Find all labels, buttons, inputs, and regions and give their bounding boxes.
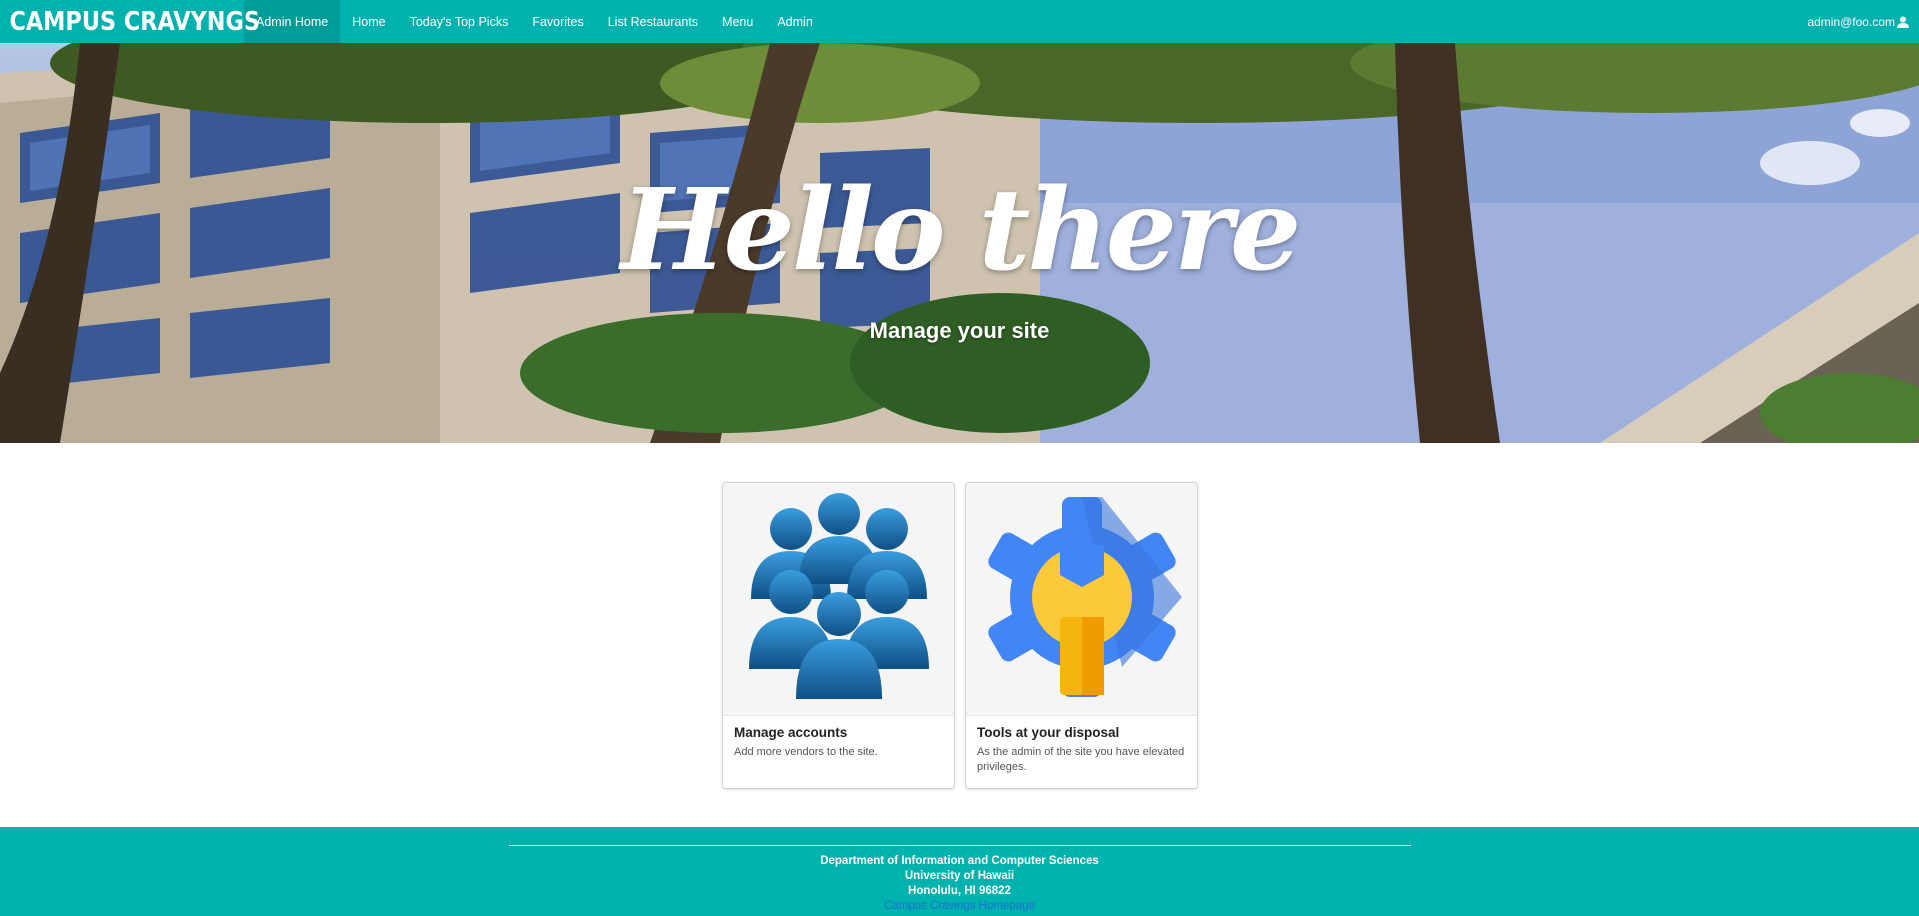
- top-navbar: CAMPUS CRAVYNGS Admin Home Home Today's …: [0, 0, 1919, 43]
- manage-accounts-card[interactable]: Manage accounts Add more vendors to the …: [722, 482, 955, 789]
- footer-homepage-link[interactable]: Campus Cravings Homepage: [0, 900, 1919, 912]
- footer: Department of Information and Computer S…: [0, 827, 1919, 916]
- card-description: Add more vendors to the site.: [734, 746, 878, 758]
- brand-logo[interactable]: CAMPUS CRAVYNGS: [0, 0, 259, 43]
- card-header: Manage accounts: [734, 725, 848, 740]
- nav-item-home[interactable]: Home: [340, 0, 397, 43]
- user-email: admin@foo.com: [1807, 14, 1895, 29]
- footer-department: Department of Information and Computer S…: [820, 855, 1099, 867]
- nav-item-menu[interactable]: Menu: [710, 0, 765, 43]
- card-image: [966, 483, 1197, 716]
- settings-wrench-icon: [987, 497, 1182, 697]
- hero-title: Hello there: [620, 165, 1302, 296]
- footer-divider: [509, 845, 1411, 846]
- tools-card[interactable]: Tools at your disposal As the admin of t…: [965, 482, 1198, 789]
- nav-item-admin[interactable]: Admin: [765, 0, 824, 43]
- footer-address: Honolulu, HI 96822: [908, 885, 1011, 897]
- footer-university: University of Hawaii: [904, 870, 1015, 882]
- user-icon: [1897, 16, 1909, 28]
- nav-item-favorites[interactable]: Favorites: [520, 0, 595, 43]
- user-menu[interactable]: admin@foo.com: [1807, 0, 1919, 43]
- card-description: As the admin of the site you have elevat…: [977, 746, 1185, 773]
- nav-item-list-restaurants[interactable]: List Restaurants: [596, 0, 710, 43]
- people-group-icon: [748, 493, 929, 699]
- nav-item-top-picks[interactable]: Today's Top Picks: [398, 0, 521, 43]
- hero-subtitle: Manage your site: [869, 318, 1050, 343]
- card-image: [723, 483, 954, 716]
- card-header: Tools at your disposal: [977, 725, 1120, 740]
- hero-banner: Hello there Manage your site: [0, 43, 1919, 443]
